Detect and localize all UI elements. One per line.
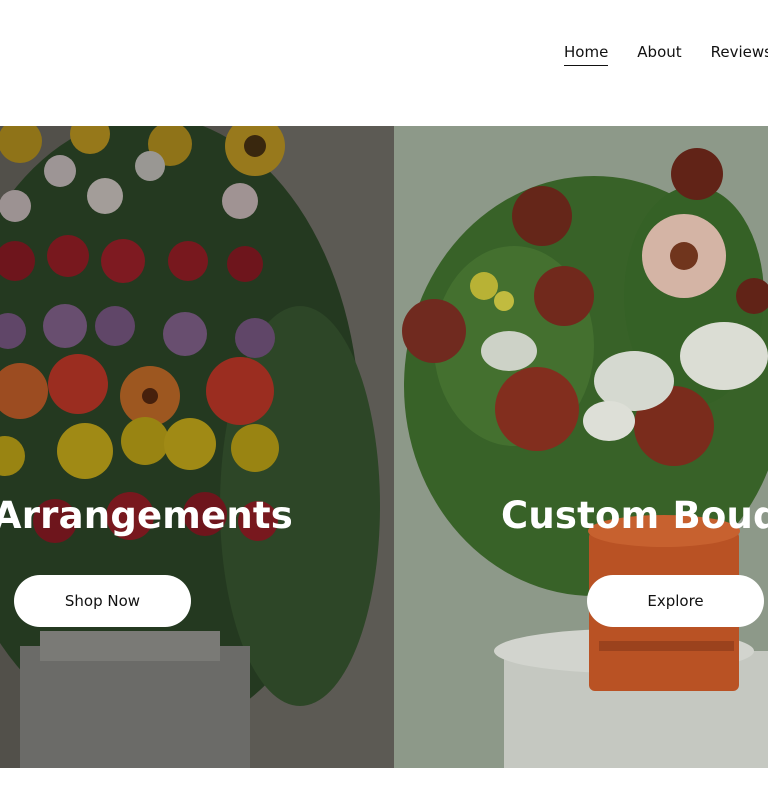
nav-link-home[interactable]: Home xyxy=(564,43,609,66)
page-bottom-spacer xyxy=(0,768,768,804)
custom-bouquet-image xyxy=(394,126,768,768)
nav-link-about[interactable]: About xyxy=(637,43,681,66)
floral-arrangement-image xyxy=(0,126,394,768)
floral-arrangements-heading: al Arrangements xyxy=(0,494,293,537)
shop-now-button[interactable]: Shop Now xyxy=(14,575,191,627)
nav-link-reviews[interactable]: Reviews xyxy=(711,43,768,66)
custom-bouquets-panel[interactable]: Custom Bouqu Explore xyxy=(394,126,768,768)
explore-button[interactable]: Explore xyxy=(587,575,764,627)
floral-arrangements-panel[interactable]: al Arrangements Shop Now xyxy=(0,126,394,768)
hero-section: al Arrangements Shop Now xyxy=(0,126,768,768)
custom-bouquets-heading: Custom Bouqu xyxy=(501,494,768,537)
site-header: Home About Reviews xyxy=(0,0,768,126)
main-nav: Home About Reviews xyxy=(564,43,768,66)
